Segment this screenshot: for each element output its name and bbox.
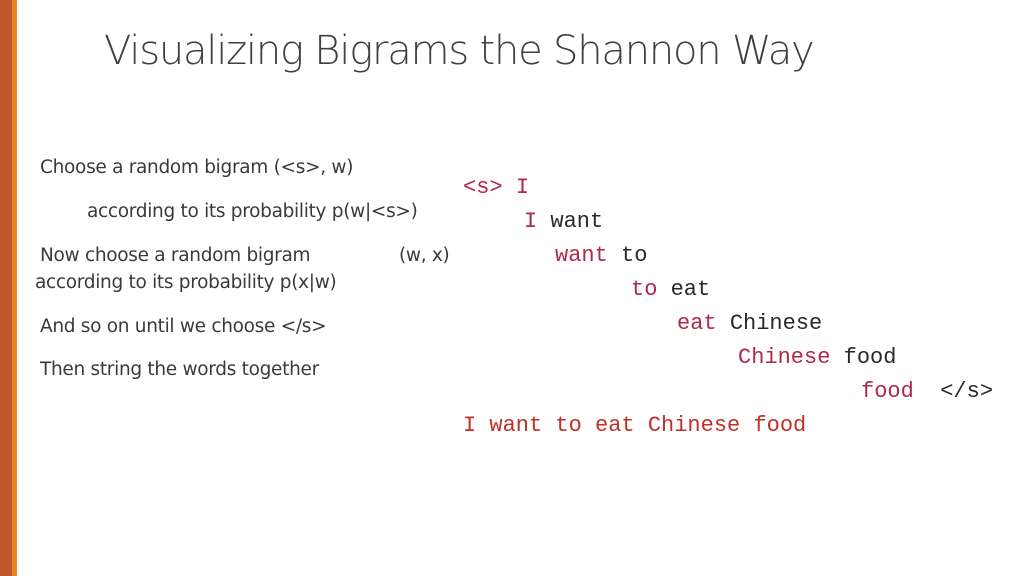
- bigram-row: food </s>: [861, 381, 993, 403]
- bigram-second: </s>: [940, 379, 994, 404]
- bigram-first: <s>: [463, 175, 503, 200]
- slide-title: Visualizing Bigrams the Shannon Way: [104, 28, 815, 74]
- bullet-now-choose: Now choose a random bigram: [40, 245, 311, 266]
- bigram-second: food: [843, 345, 897, 370]
- accent-bar-light: [12, 0, 17, 576]
- bullet-wx: (w, x): [399, 245, 450, 266]
- bigram-second: to: [621, 243, 648, 268]
- bigram-first: food: [861, 379, 914, 404]
- bigram-first: Chinese: [738, 345, 831, 370]
- bullet-so-on: And so on until we choose </s>: [40, 316, 327, 337]
- bigram-second: want: [550, 209, 604, 234]
- bigram-row: want to: [555, 245, 647, 267]
- accent-bar-dark: [0, 0, 12, 576]
- bullet-probability-s: according to its probability p(w|<s>): [87, 201, 418, 222]
- bigram-row: Chinese food: [738, 347, 896, 369]
- bigram-first: I: [524, 209, 538, 234]
- bullet-probability-w: according to its probability p(x|w): [35, 272, 337, 293]
- bigram-row: eat Chinese: [677, 313, 822, 335]
- bigram-row: I want: [524, 211, 603, 233]
- bigram-second: I: [515, 175, 530, 200]
- bigram-row: <s> I: [463, 177, 529, 199]
- bullet-string-together: Then string the words together: [40, 359, 319, 380]
- bigram-first: to: [631, 277, 658, 302]
- result-sentence: I want to eat Chinese food: [463, 413, 807, 438]
- bigram-first: want: [555, 243, 608, 268]
- bigram-second: Chinese: [729, 311, 823, 336]
- bigram-row: to eat: [631, 279, 710, 301]
- bigram-first: eat: [677, 311, 717, 336]
- bigram-second: eat: [670, 277, 711, 302]
- bullet-choose-bigram: Choose a random bigram (<s>, w): [40, 157, 354, 178]
